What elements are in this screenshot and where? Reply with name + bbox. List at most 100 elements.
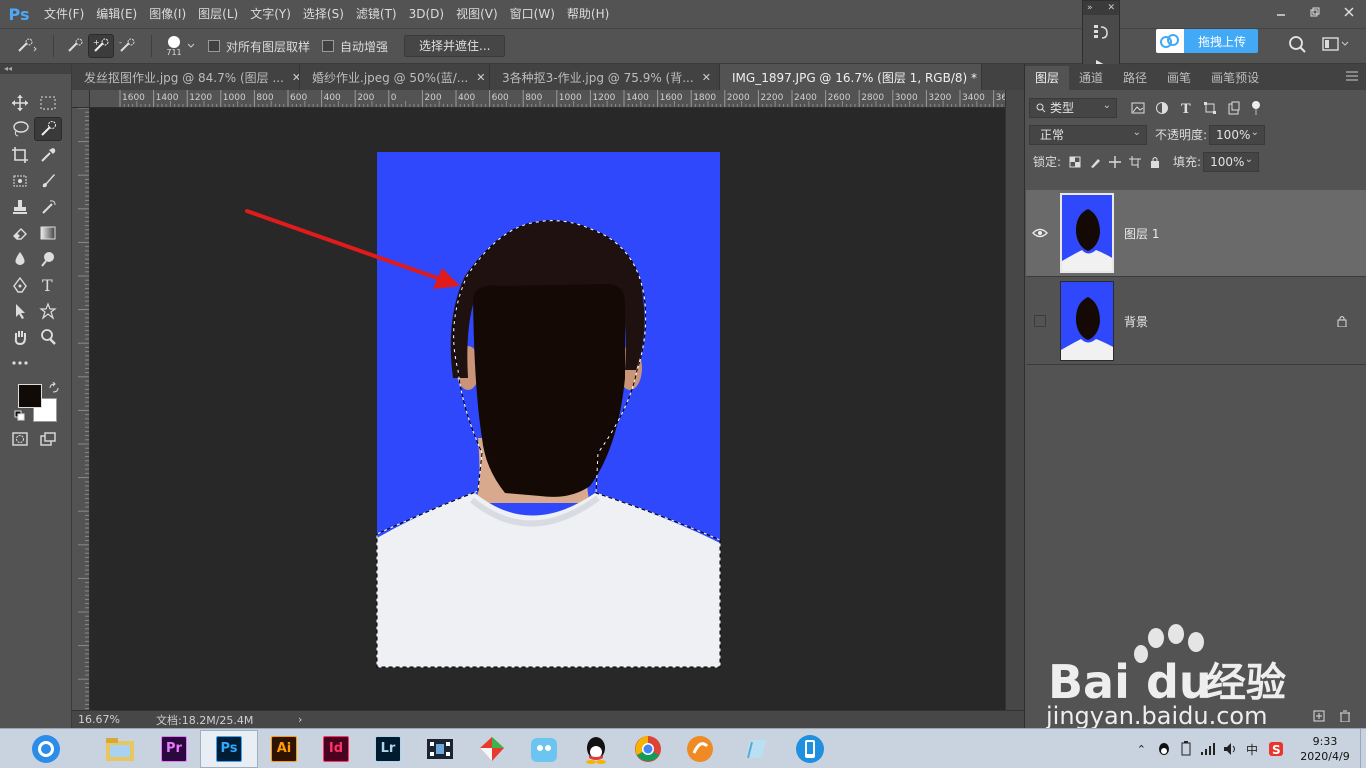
- foreground-color-swatch[interactable]: [18, 384, 42, 408]
- crop-tool[interactable]: [6, 143, 34, 167]
- quick-mask-button[interactable]: [6, 427, 34, 451]
- smart-object-filter-icon[interactable]: [1227, 101, 1241, 115]
- blur-tool[interactable]: [6, 247, 34, 271]
- cartoon-app-icon[interactable]: [518, 730, 570, 768]
- video-editor-icon[interactable]: [414, 730, 466, 768]
- lock-pixels-icon[interactable]: [1089, 156, 1101, 168]
- minimize-button[interactable]: [1264, 0, 1298, 24]
- close-panel-icon[interactable]: ✕: [1107, 1, 1115, 15]
- stamp-tool[interactable]: [6, 195, 34, 219]
- dodge-tool[interactable]: [34, 247, 62, 271]
- lasso-tool[interactable]: [6, 117, 34, 141]
- visibility-toggle[interactable]: [1026, 315, 1054, 327]
- tab-layers[interactable]: 图层: [1025, 66, 1070, 90]
- menu-edit[interactable]: 编辑(E): [90, 0, 143, 28]
- doc-tab-2[interactable]: 婚纱作业.jpeg @ 50%(蓝/... ✕: [300, 64, 490, 90]
- sample-all-layers-checkbox[interactable]: [208, 40, 220, 52]
- close-tab-icon[interactable]: ✕: [476, 71, 485, 84]
- chevron-down-icon[interactable]: [186, 41, 196, 51]
- phone-manager-icon[interactable]: [784, 730, 836, 768]
- tray-expand-icon[interactable]: ⌃: [1137, 743, 1146, 756]
- vertical-ruler[interactable]: [72, 108, 90, 710]
- doc-tab-1[interactable]: 发丝抠图作业.jpg @ 84.7% (图层 ... ✕: [72, 64, 300, 90]
- subtract-selection-mode[interactable]: -: [114, 34, 140, 58]
- quick-selection-tool[interactable]: [34, 117, 62, 141]
- file-explorer-icon[interactable]: [92, 730, 148, 768]
- menu-3d[interactable]: 3D(D): [403, 0, 450, 28]
- menu-window[interactable]: 窗口(W): [504, 0, 561, 28]
- search-button[interactable]: [1288, 35, 1308, 58]
- tab-channels[interactable]: 通道: [1069, 66, 1113, 90]
- menu-filter[interactable]: 滤镜(T): [350, 0, 403, 28]
- volume-icon[interactable]: [1222, 741, 1238, 757]
- eraser-tool[interactable]: [6, 221, 34, 245]
- indesign-icon[interactable]: Id: [310, 730, 362, 768]
- layer-name[interactable]: 图层 1: [1124, 225, 1159, 242]
- shape-tool[interactable]: [34, 299, 62, 323]
- shape-filter-icon[interactable]: [1203, 101, 1217, 115]
- lock-artboard-icon[interactable]: [1129, 155, 1142, 168]
- premiere-icon[interactable]: Pr: [148, 730, 200, 768]
- swap-colors-icon[interactable]: [48, 382, 60, 394]
- brush-tool[interactable]: [34, 169, 62, 193]
- tab-brush[interactable]: 画笔: [1157, 66, 1201, 90]
- close-tab-icon[interactable]: ✕: [292, 71, 299, 84]
- layer-row-background[interactable]: 背景: [1026, 278, 1366, 365]
- image-filter-icon[interactable]: [1131, 102, 1145, 114]
- status-menu-arrow[interactable]: ›: [298, 713, 302, 726]
- clock[interactable]: 9:33 2020/4/9: [1290, 734, 1360, 764]
- network-icon[interactable]: [1200, 741, 1216, 757]
- add-selection-mode[interactable]: +: [88, 34, 114, 58]
- auto-enhance-option[interactable]: 自动增强: [322, 38, 388, 55]
- notes-icon[interactable]: [726, 730, 784, 768]
- tool-preset-picker[interactable]: [14, 34, 40, 58]
- zoom-tool[interactable]: [34, 325, 62, 349]
- doc-tab-4[interactable]: IMG_1897.JPG @ 16.7% (图层 1, RGB/8) * ✕: [720, 64, 982, 90]
- new-layer-icon[interactable]: [1313, 710, 1325, 722]
- lock-position-icon[interactable]: [1109, 155, 1122, 168]
- workspace-switcher[interactable]: [1322, 36, 1350, 52]
- show-desktop-button[interactable]: [1360, 729, 1366, 768]
- delete-layer-icon[interactable]: [1339, 710, 1351, 722]
- layer-row-layer1[interactable]: 图层 1: [1026, 190, 1366, 277]
- brush-size-picker[interactable]: 711: [162, 35, 186, 57]
- history-panel-button[interactable]: [1083, 15, 1119, 49]
- close-tab-icon[interactable]: ✕: [702, 71, 711, 84]
- qq-icon[interactable]: [570, 730, 622, 768]
- vertical-scrollbar[interactable]: [1005, 90, 1024, 710]
- upload-button[interactable]: 拖拽上传: [1156, 29, 1258, 53]
- restore-button[interactable]: [1298, 0, 1332, 24]
- history-brush-tool[interactable]: [34, 195, 62, 219]
- blend-mode-dropdown[interactable]: 正常 ⌄: [1029, 124, 1147, 145]
- menu-view[interactable]: 视图(V): [450, 0, 504, 28]
- adjustment-filter-icon[interactable]: [1155, 101, 1169, 115]
- menu-file[interactable]: 文件(F): [38, 0, 90, 28]
- auto-enhance-checkbox[interactable]: [322, 40, 335, 52]
- canvas-area[interactable]: [90, 108, 1005, 710]
- visibility-toggle[interactable]: [1026, 228, 1054, 238]
- path-selection-tool[interactable]: [6, 299, 34, 323]
- layer-name[interactable]: 背景: [1124, 313, 1148, 330]
- chrome-icon[interactable]: [622, 730, 674, 768]
- default-colors-icon[interactable]: [14, 410, 26, 422]
- sample-all-layers-option[interactable]: 对所有图层取样: [208, 38, 310, 55]
- screen-mode-button[interactable]: [34, 427, 62, 451]
- qq-tray-icon[interactable]: [1156, 741, 1172, 757]
- collapse-panel-icon[interactable]: »: [1087, 1, 1093, 15]
- layer-filter-dropdown[interactable]: 类型 ⌄: [1029, 97, 1117, 118]
- illustrator-icon[interactable]: Ai: [258, 730, 310, 768]
- panel-menu-button[interactable]: [1346, 70, 1366, 90]
- lock-transparent-icon[interactable]: [1069, 156, 1081, 168]
- fill-input[interactable]: 100% ⌄: [1203, 151, 1260, 172]
- gradient-tool[interactable]: [34, 221, 62, 245]
- hand-tool[interactable]: [6, 325, 34, 349]
- opacity-input[interactable]: 100% ⌄: [1209, 124, 1266, 145]
- move-tool[interactable]: [6, 91, 34, 115]
- tab-paths[interactable]: 路径: [1113, 66, 1157, 90]
- new-selection-mode[interactable]: [62, 34, 88, 58]
- doc-tab-3[interactable]: 3各种抠3-作业.jpg @ 75.9% (背... ✕: [490, 64, 720, 90]
- tab-brush-presets[interactable]: 画笔预设: [1201, 66, 1269, 90]
- type-tool[interactable]: T: [34, 273, 62, 297]
- battery-icon[interactable]: [1178, 741, 1194, 757]
- media-player-icon[interactable]: [674, 730, 726, 768]
